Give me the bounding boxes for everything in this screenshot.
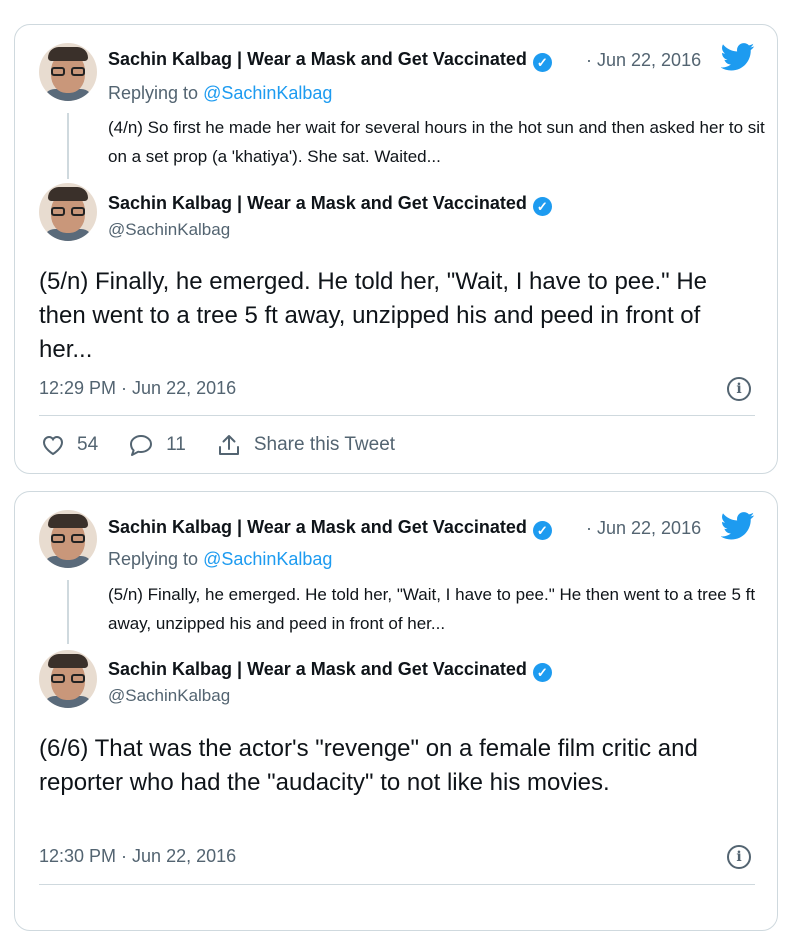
tweet-card: Sachin Kalbag | Wear a Mask and Get Vacc… bbox=[14, 491, 778, 931]
quoted-tweet-text: (4/n) So first he made her wait for seve… bbox=[108, 118, 765, 166]
info-icon[interactable]: i bbox=[727, 377, 751, 401]
share-button[interactable]: Share this Tweet bbox=[216, 433, 395, 457]
verified-check-icon: ✓ bbox=[532, 521, 552, 540]
like-button[interactable]: 54 bbox=[41, 434, 98, 456]
tweet-card: Sachin Kalbag | Wear a Mask and Get Vacc… bbox=[14, 24, 778, 474]
speech-bubble-icon bbox=[130, 435, 153, 456]
info-icon[interactable]: i bbox=[727, 845, 751, 869]
heart-icon bbox=[42, 435, 64, 456]
avatar[interactable] bbox=[39, 650, 97, 708]
tweet-timestamp[interactable]: 12:29 PM · Jun 22, 2016 bbox=[39, 378, 236, 399]
avatar[interactable] bbox=[39, 510, 97, 568]
tweet-date[interactable]: · Jun 22, 2016 bbox=[586, 518, 701, 539]
twitter-bird-icon bbox=[721, 43, 755, 71]
replying-to: Replying to @SachinKalbag bbox=[108, 83, 333, 103]
tweet-text: (5/n) Finally, he emerged. He told her, … bbox=[39, 268, 708, 363]
tweet-date[interactable]: · Jun 22, 2016 bbox=[586, 50, 701, 71]
tweet-timestamp[interactable]: 12:30 PM · Jun 22, 2016 bbox=[39, 846, 236, 867]
author-name[interactable]: Sachin Kalbag | Wear a Mask and Get Vacc… bbox=[108, 49, 552, 72]
like-count: 54 bbox=[77, 434, 99, 455]
quoted-tweet-text: (5/n) Finally, he emerged. He told her, … bbox=[108, 585, 756, 633]
author-handle[interactable]: @SachinKalbag bbox=[108, 686, 230, 706]
divider bbox=[39, 884, 755, 885]
thread-line bbox=[67, 113, 69, 179]
author-name[interactable]: Sachin Kalbag | Wear a Mask and Get Vacc… bbox=[108, 517, 552, 540]
replying-to: Replying to @SachinKalbag bbox=[108, 549, 333, 569]
verified-check-icon: ✓ bbox=[532, 663, 552, 682]
author-name[interactable]: Sachin Kalbag | Wear a Mask and Get Vacc… bbox=[108, 193, 552, 216]
reply-button[interactable]: 11 bbox=[128, 433, 186, 457]
verified-check-icon: ✓ bbox=[532, 53, 552, 72]
divider bbox=[39, 415, 755, 416]
mention-link[interactable]: @SachinKalbag bbox=[203, 83, 332, 103]
avatar[interactable] bbox=[39, 43, 97, 101]
reply-count: 11 bbox=[166, 434, 186, 455]
mention-link[interactable]: @SachinKalbag bbox=[203, 549, 332, 569]
thread-line bbox=[67, 580, 69, 644]
share-label: Share this Tweet bbox=[253, 434, 396, 455]
author-name[interactable]: Sachin Kalbag | Wear a Mask and Get Vacc… bbox=[108, 659, 552, 682]
author-handle[interactable]: @SachinKalbag bbox=[108, 220, 230, 240]
share-arrow-icon bbox=[218, 435, 239, 455]
verified-check-icon: ✓ bbox=[532, 197, 552, 216]
avatar[interactable] bbox=[39, 183, 97, 241]
tweet-actions: 54 11 Share this Tweet bbox=[41, 433, 425, 457]
twitter-bird-icon bbox=[721, 512, 755, 540]
tweet-text: (6/6) That was the actor's "revenge" on … bbox=[39, 735, 698, 796]
